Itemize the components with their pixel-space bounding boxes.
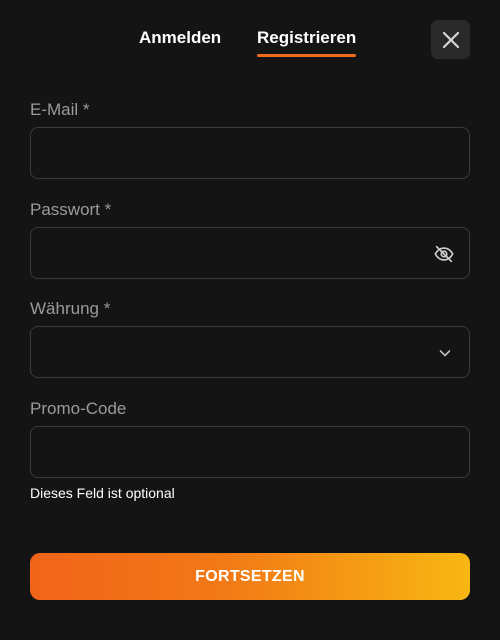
password-label: Passwort * [30, 200, 112, 219]
password-visibility-toggle[interactable] [433, 243, 455, 265]
promo-code-field[interactable] [31, 427, 469, 477]
auth-tabs: Anmelden Registrieren [0, 26, 500, 60]
password-field[interactable] [31, 228, 469, 278]
active-tab-indicator [257, 54, 357, 57]
promo-field-wrapper [30, 426, 470, 478]
eye-off-icon [434, 245, 454, 263]
promo-label: Promo-Code [30, 399, 127, 418]
chevron-down-icon [439, 350, 451, 357]
promo-optional-hint: Dieses Feld ist optional [30, 485, 175, 501]
email-label: E-Mail * [30, 100, 90, 119]
tab-login[interactable]: Anmelden [139, 26, 221, 50]
tab-register[interactable]: Registrieren [257, 26, 357, 57]
currency-label: Währung * [30, 299, 111, 318]
close-button[interactable] [431, 20, 470, 59]
password-field-wrapper [30, 227, 470, 279]
tab-login-label: Anmelden [139, 28, 222, 47]
close-icon [442, 31, 459, 48]
email-field-wrapper [30, 127, 470, 179]
tab-register-label: Registrieren [257, 28, 357, 47]
registration-modal: Anmelden Registrieren E-Mail * Passwort … [0, 0, 500, 640]
currency-select[interactable] [30, 326, 470, 378]
continue-button[interactable]: FORTSETZEN [30, 553, 470, 600]
email-field[interactable] [31, 128, 469, 178]
